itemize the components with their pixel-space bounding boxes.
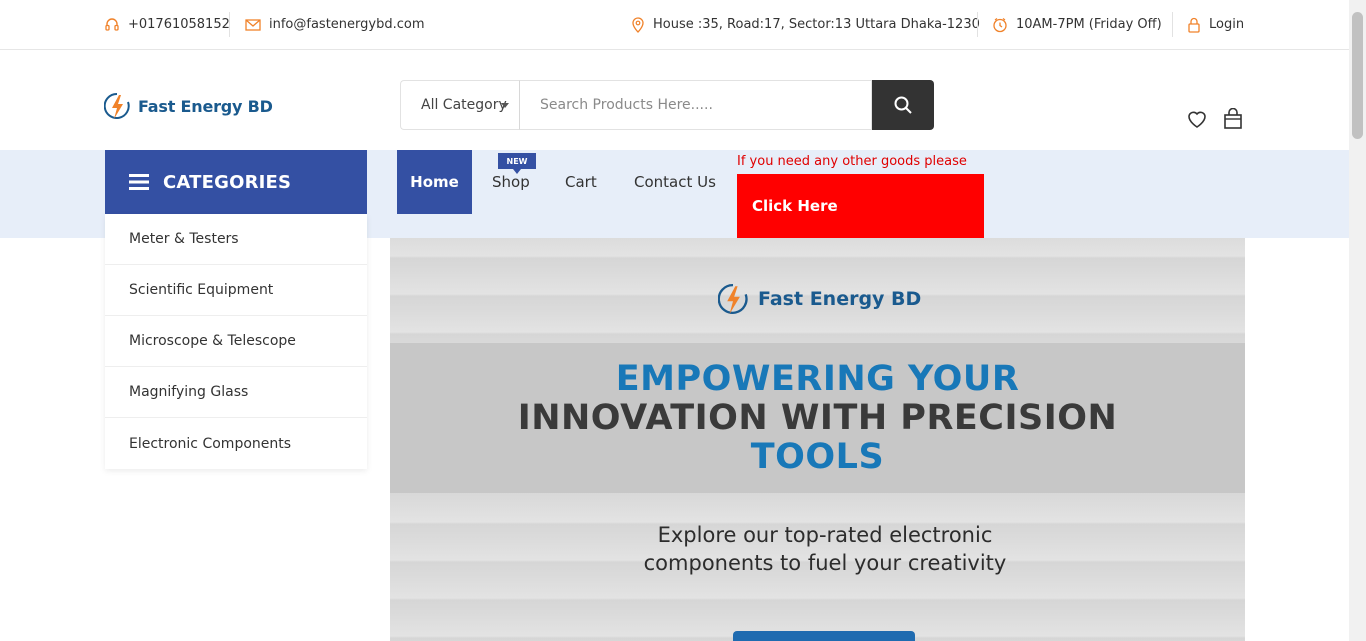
header: Fast Energy BD All Category — [0, 50, 1349, 150]
hours-info: 10AM-7PM (Friday Off) — [992, 0, 1162, 49]
phone-contact[interactable]: +01761058152 — [104, 0, 230, 49]
search-input[interactable] — [519, 80, 872, 130]
headset-icon — [105, 17, 119, 31]
nav-cart[interactable]: Cart — [565, 150, 597, 214]
category-item-scientific-equipment[interactable]: Scientific Equipment — [105, 265, 367, 316]
divider — [977, 12, 978, 37]
category-list: Meter & Testers Scientific Equipment Mic… — [105, 214, 367, 469]
nav-contact-us[interactable]: Contact Us — [634, 150, 716, 214]
heart-icon — [1188, 111, 1206, 128]
email-contact[interactable]: info@fastenergybd.com — [245, 0, 425, 49]
divider — [1172, 12, 1173, 37]
categories-label: CATEGORIES — [163, 171, 292, 193]
top-bar: +01761058152 info@fastenergybd.com House… — [0, 0, 1349, 50]
banner-headline-line-2: INNOVATION WITH PRECISION — [517, 398, 1118, 438]
category-select-value: All Category — [421, 97, 507, 113]
hours-text: 10AM-7PM (Friday Off) — [1016, 17, 1162, 32]
envelope-icon — [245, 18, 261, 31]
location-pin-icon — [632, 16, 644, 33]
clock-icon — [993, 17, 1007, 32]
categories-toggle[interactable]: CATEGORIES — [105, 150, 367, 214]
click-here-button[interactable]: Click Here — [737, 174, 984, 238]
page: +01761058152 info@fastenergybd.com House… — [0, 0, 1366, 641]
search-button[interactable] — [872, 80, 934, 130]
banner-headline-line-1: EMPOWERING YOUR — [615, 359, 1020, 399]
banner-subtext-line-2: components to fuel your creativity — [643, 551, 1007, 575]
banner-headline-line-3: TOOLS — [750, 437, 885, 477]
search-bar: All Category — [400, 80, 934, 130]
cart-button[interactable] — [1222, 107, 1244, 134]
nav-home[interactable]: Home — [397, 150, 472, 214]
promo-text: If you need any other goods please — [737, 154, 967, 169]
category-item-meter-testers[interactable]: Meter & Testers — [105, 214, 367, 265]
login-label: Login — [1209, 17, 1245, 32]
address-text: House :35, Road:17, Sector:13 Uttara Dha… — [653, 17, 980, 32]
email-address: info@fastenergybd.com — [269, 17, 425, 32]
header-icons — [1186, 107, 1244, 134]
hamburger-menu-icon — [129, 174, 149, 190]
hero-banner[interactable]: Fast Energy BD EMPOWERING YOUR INNOVATIO… — [390, 238, 1245, 641]
banner-cta-button[interactable] — [733, 631, 915, 641]
category-item-electronic-components[interactable]: Electronic Components — [105, 418, 367, 469]
category-item-microscope-telescope[interactable]: Microscope & Telescope — [105, 316, 367, 367]
scrollbar-thumb[interactable] — [1352, 12, 1363, 139]
lightning-logo-icon — [718, 283, 748, 314]
page-scrollbar[interactable] — [1349, 0, 1366, 641]
phone-number: +01761058152 — [128, 17, 230, 32]
wishlist-button[interactable] — [1186, 108, 1208, 134]
divider — [229, 12, 230, 37]
category-select[interactable]: All Category — [400, 80, 519, 130]
category-item-magnifying-glass[interactable]: Magnifying Glass — [105, 367, 367, 418]
banner-logo-text: Fast Energy BD — [758, 288, 922, 310]
new-badge: NEW — [498, 153, 536, 174]
lightning-logo-icon — [104, 92, 130, 119]
address-info: House :35, Road:17, Sector:13 Uttara Dha… — [631, 0, 980, 49]
logo-text: Fast Energy BD — [138, 96, 273, 116]
shopping-bag-icon — [1224, 107, 1242, 129]
banner-logo: Fast Energy BD — [718, 281, 921, 317]
login-link[interactable]: Login — [1187, 0, 1244, 49]
site-logo[interactable]: Fast Energy BD — [104, 91, 273, 121]
search-icon — [894, 96, 912, 114]
chevron-down-icon — [501, 103, 509, 108]
lock-icon — [1188, 17, 1200, 33]
banner-subtext-line-1: Explore our top-rated electronic — [657, 523, 993, 547]
